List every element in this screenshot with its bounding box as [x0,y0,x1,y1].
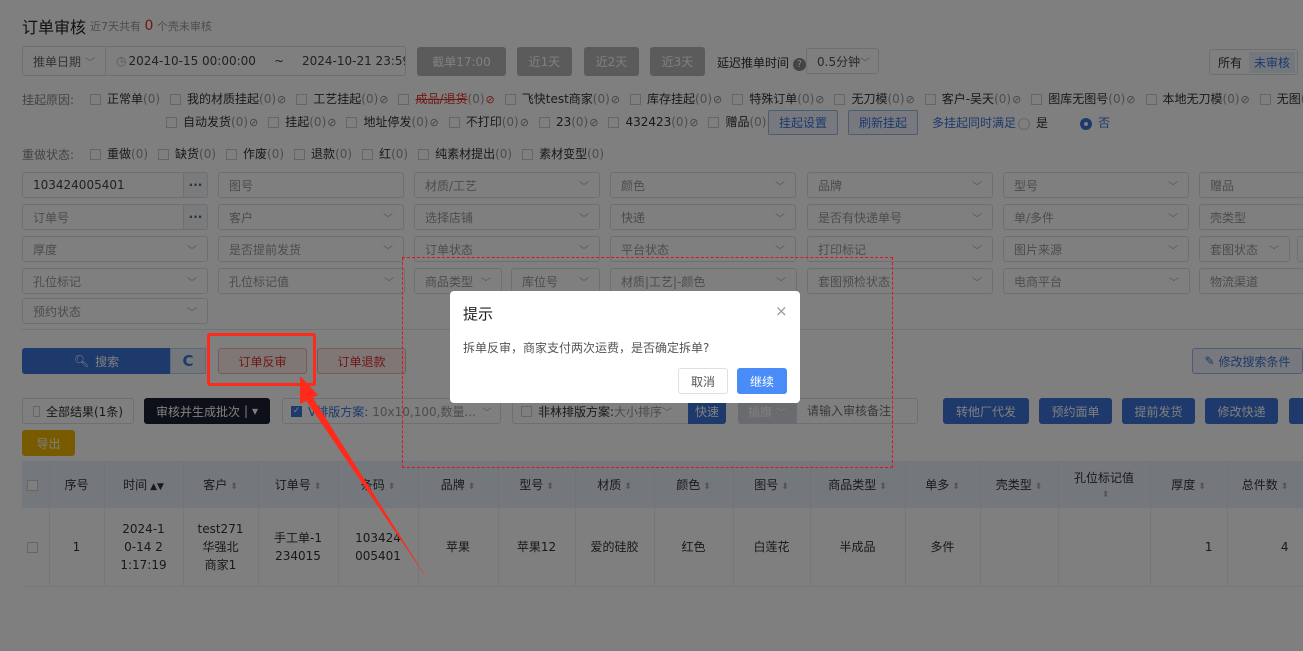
close-icon[interactable]: × [775,302,788,320]
dialog-title: 提示 [463,305,494,323]
confirm-button[interactable]: 继续 [737,368,787,394]
cancel-button[interactable]: 取消 [678,368,728,394]
dialog-message: 拆单反审，商家支付两次运费，是否确定拆单? [463,341,710,355]
confirm-dialog: 提示 × 拆单反审，商家支付两次运费，是否确定拆单? 取消 继续 [450,291,800,403]
